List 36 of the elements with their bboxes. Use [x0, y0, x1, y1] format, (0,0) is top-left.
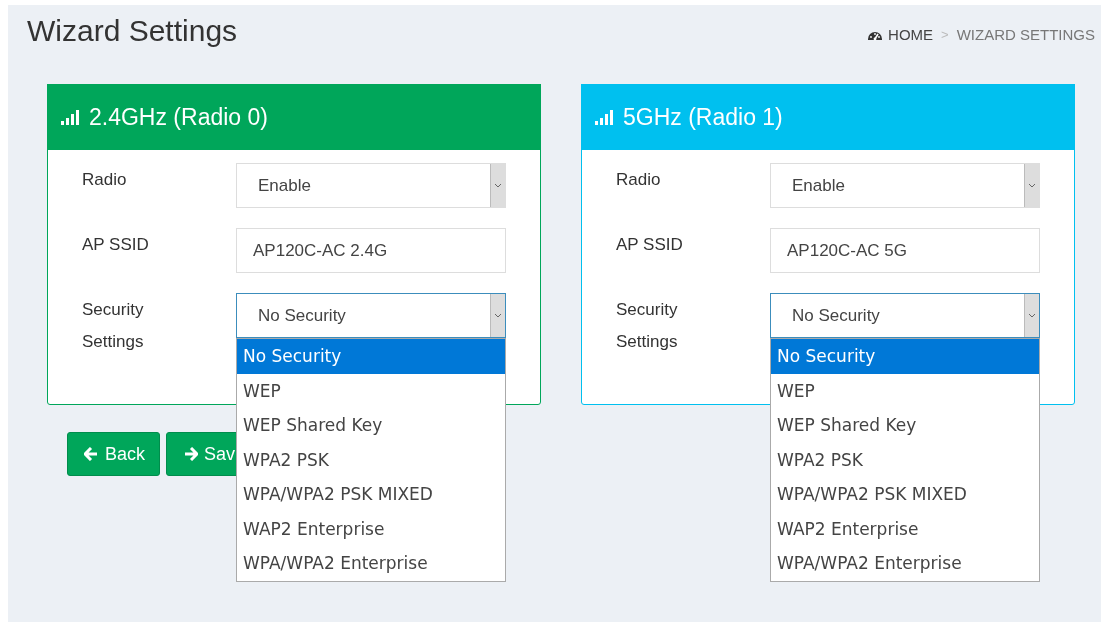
field-label: Radio [616, 169, 662, 191]
field-label: Radio [82, 169, 128, 191]
dropdown-option[interactable]: WPA/WPA2 Enterprise [237, 546, 505, 581]
field-label: AP SSID [616, 234, 684, 256]
chevron-down-icon [494, 313, 502, 318]
field-label: Security Settings [616, 299, 679, 353]
page-title: Wizard Settings [27, 14, 238, 48]
dropdown-option[interactable]: WEP [237, 373, 505, 408]
arrow-left-icon [84, 447, 99, 461]
dropdown-option[interactable]: WPA/WPA2 PSK MIXED [771, 477, 1039, 512]
input-field[interactable]: AP120C-AC 2.4G [236, 228, 506, 273]
breadcrumb-separator: > [941, 27, 949, 42]
dropdown-option[interactable]: WAP2 Enterprise [237, 511, 505, 546]
signal-icon [61, 109, 79, 125]
breadcrumb-current: WIZARD SETTINGS [956, 26, 1095, 43]
dropdown-option[interactable]: WPA/WPA2 Enterprise [771, 546, 1039, 581]
select-field[interactable]: Enable [236, 163, 506, 208]
field-label: Security Settings [82, 299, 145, 353]
breadcrumb-link[interactable]: HOME [867, 26, 934, 43]
dropdown-option[interactable]: WPA2 PSK [771, 442, 1039, 477]
panel-title: 2.4GHz (Radio 0) [89, 103, 268, 131]
field-label: AP SSID [82, 234, 150, 256]
dropdown-option[interactable]: WAP2 Enterprise [771, 511, 1039, 546]
dropdown-option[interactable]: WEP Shared Key [771, 408, 1039, 443]
arrow-right-icon [183, 447, 199, 461]
chevron-down-icon [494, 183, 502, 188]
chevron-down-icon [1028, 183, 1036, 188]
dropdown-option[interactable]: No Security [771, 339, 1039, 374]
input-field[interactable]: AP120C-AC 5G [770, 228, 1040, 273]
select-field[interactable]: Enable [770, 163, 1040, 208]
dropdown-option[interactable]: No Security [237, 339, 505, 374]
panel-title: 5GHz (Radio 1) [623, 103, 783, 131]
dropdown-option[interactable]: WPA/WPA2 PSK MIXED [237, 477, 505, 512]
dropdown-option[interactable]: WEP [771, 373, 1039, 408]
signal-icon [595, 109, 613, 125]
chevron-down-icon [1028, 313, 1036, 318]
